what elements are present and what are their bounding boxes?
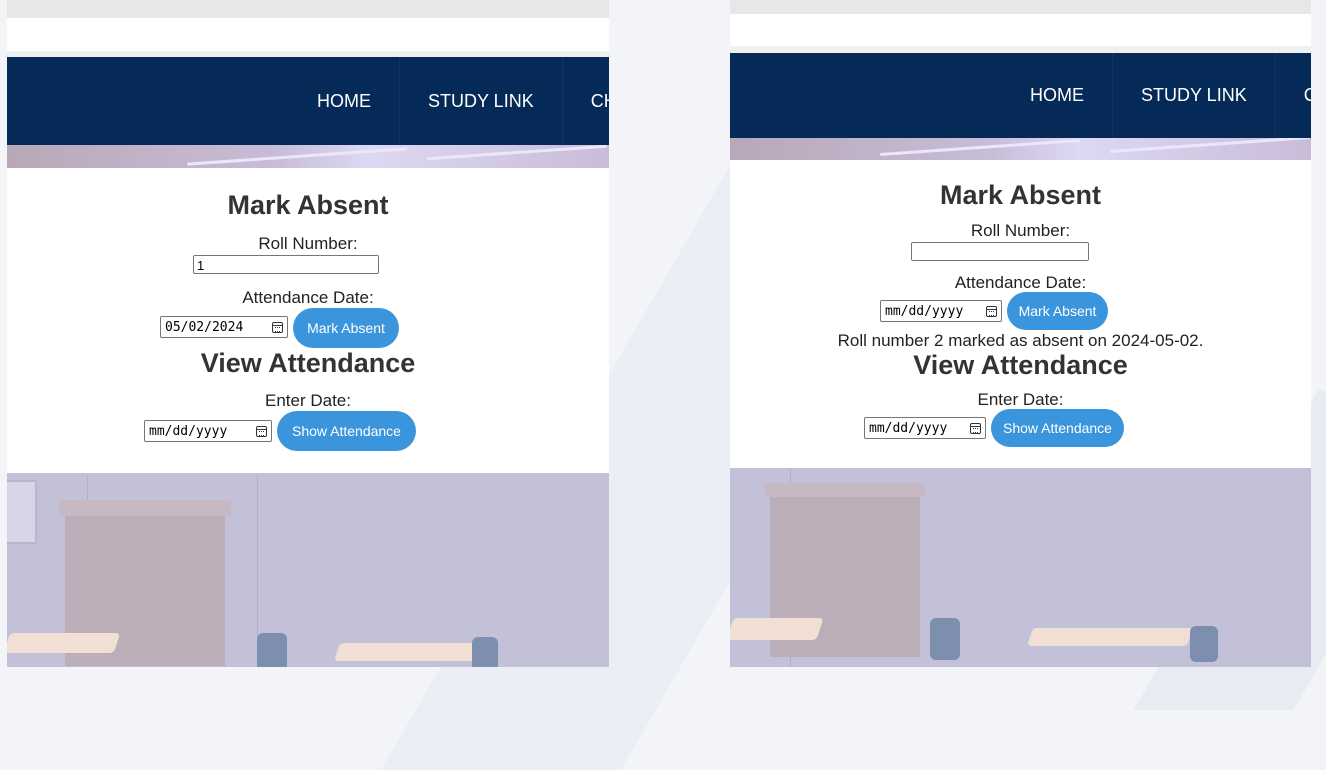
podium-top xyxy=(59,500,231,516)
view-date-value: mm/dd/yyyy xyxy=(869,420,948,436)
attendance-card: Mark Absent Roll Number: 1 Attendance Da… xyxy=(7,168,609,473)
mark-absent-title: Mark Absent xyxy=(227,190,389,220)
nav-item-ch[interactable]: CH xyxy=(563,57,609,145)
attendance-date-value: mm/dd/yyyy xyxy=(885,303,964,319)
chair xyxy=(257,633,287,667)
nav-item-ch[interactable]: CH xyxy=(1276,53,1311,138)
attendance-card: Mark Absent Roll Number: Attendance Date… xyxy=(730,160,1311,468)
calendar-icon[interactable] xyxy=(272,321,283,333)
view-date-input[interactable]: mm/dd/yyyy xyxy=(144,420,272,442)
nav-item-study-link[interactable]: STUDY LINK xyxy=(400,57,562,145)
nav-item-home[interactable]: HOME xyxy=(289,57,399,145)
roll-number-label: Roll Number: xyxy=(970,221,1071,240)
attendance-date-value: 05/02/2024 xyxy=(165,319,244,335)
show-attendance-button[interactable]: Show Attendance xyxy=(991,409,1124,447)
chair xyxy=(1190,626,1218,662)
desk xyxy=(334,643,480,661)
divider xyxy=(730,46,1311,53)
site-navbar: HOME STUDY LINK CH xyxy=(730,53,1311,138)
status-message: Roll number 2 marked as absent on 2024-0… xyxy=(837,331,1204,350)
chair xyxy=(472,637,498,667)
chair xyxy=(930,618,960,660)
window xyxy=(7,480,37,544)
mark-absent-button[interactable]: Mark Absent xyxy=(293,308,399,348)
attendance-date-label: Attendance Date: xyxy=(954,273,1087,292)
calendar-icon[interactable] xyxy=(970,422,981,434)
view-date-value: mm/dd/yyyy xyxy=(149,423,228,439)
nav-item-home[interactable]: HOME xyxy=(1002,53,1112,138)
desk xyxy=(1027,628,1193,646)
roll-number-input[interactable]: 1 xyxy=(193,255,379,274)
browser-top-strip xyxy=(730,0,1311,14)
desk xyxy=(730,618,824,640)
calendar-icon[interactable] xyxy=(256,425,267,437)
roll-number-input[interactable] xyxy=(911,242,1089,261)
attendance-date-input[interactable]: 05/02/2024 xyxy=(160,316,288,338)
mark-absent-button[interactable]: Mark Absent xyxy=(1007,292,1108,330)
view-attendance-title: View Attendance xyxy=(200,348,416,378)
view-attendance-title: View Attendance xyxy=(913,350,1128,380)
right-screenshot-panel: HOME STUDY LINK CH Mark Absent Roll Numb… xyxy=(730,0,1311,667)
view-date-input[interactable]: mm/dd/yyyy xyxy=(864,417,986,439)
enter-date-label: Enter Date: xyxy=(977,390,1064,409)
podium-top xyxy=(765,483,925,497)
calendar-icon[interactable] xyxy=(986,305,997,317)
browser-top-strip xyxy=(7,0,609,18)
attendance-date-label: Attendance Date: xyxy=(242,288,374,307)
mark-absent-title: Mark Absent xyxy=(939,180,1102,210)
roll-number-label: Roll Number: xyxy=(258,234,358,253)
desk xyxy=(7,633,121,653)
site-navbar: HOME STUDY LINK CH xyxy=(7,57,609,145)
show-attendance-button[interactable]: Show Attendance xyxy=(277,411,416,451)
nav-item-study-link[interactable]: STUDY LINK xyxy=(1113,53,1275,138)
left-screenshot-panel: HOME STUDY LINK CH Mark Absent Roll Numb… xyxy=(7,0,609,667)
enter-date-label: Enter Date: xyxy=(265,391,351,410)
attendance-date-input[interactable]: mm/dd/yyyy xyxy=(880,300,1002,322)
